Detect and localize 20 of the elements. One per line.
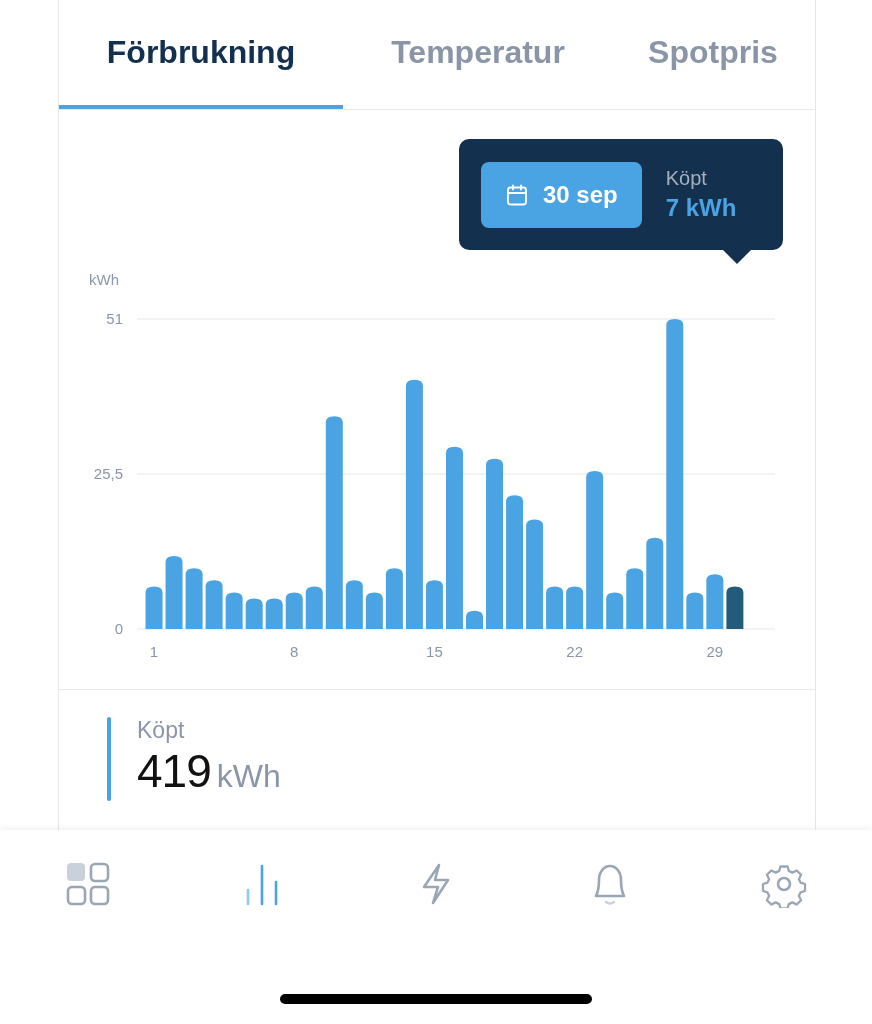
summary-unit: kWh bbox=[216, 758, 281, 795]
y-tick-label: 25,5 bbox=[93, 465, 123, 482]
x-tick-label: 8 bbox=[290, 643, 299, 660]
tab[interactable]: Temperatur bbox=[343, 0, 613, 109]
x-tick-label: 15 bbox=[426, 643, 443, 660]
tooltip-label: Köpt bbox=[665, 167, 708, 190]
x-tick-label: 22 bbox=[566, 643, 583, 660]
date-text: 30 sep bbox=[543, 180, 618, 209]
summary-label: Köpt bbox=[137, 717, 186, 744]
axis-unit-label: kWh bbox=[89, 271, 119, 288]
y-tick-label: 0 bbox=[114, 620, 123, 637]
calendar-icon bbox=[505, 182, 529, 207]
tab[interactable]: Spotpris bbox=[613, 0, 813, 109]
x-tick-label: 29 bbox=[706, 643, 724, 660]
bar[interactable] bbox=[726, 586, 744, 629]
tab[interactable]: Förbrukning bbox=[59, 0, 343, 109]
tooltip-value: 7 kWh bbox=[665, 194, 737, 222]
x-tick-label: 1 bbox=[149, 643, 159, 660]
y-tick-label: 51 bbox=[106, 310, 123, 327]
summary-value: 419 bbox=[137, 744, 211, 798]
